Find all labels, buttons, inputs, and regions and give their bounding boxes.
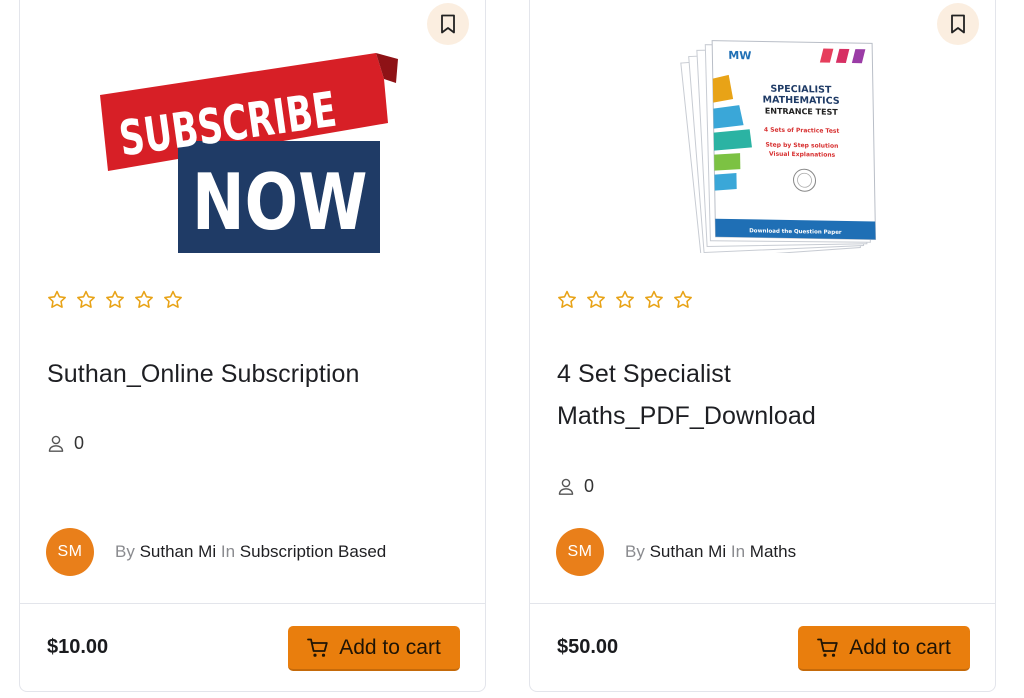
- enrolled-value: 0: [74, 433, 85, 453]
- course-thumbnail[interactable]: SUBSCRIBE NOW: [80, 23, 420, 253]
- thumbnail-title-2: MATHEMATICS: [763, 94, 840, 106]
- star-outline-icon: [135, 290, 153, 308]
- enrolled-value: 0: [584, 476, 595, 496]
- course-title[interactable]: 4 Set Specialist Maths_PDF_Download: [557, 353, 857, 437]
- price: $10.00: [47, 636, 109, 658]
- avatar[interactable]: SM: [556, 528, 604, 576]
- bookmark-icon: [951, 14, 965, 34]
- enrolled-count: 0: [558, 476, 594, 497]
- user-icon: [558, 478, 574, 495]
- avatar[interactable]: SM: [46, 528, 94, 576]
- add-to-cart-button[interactable]: Add to cart: [798, 626, 970, 671]
- bookmark-icon: [441, 14, 455, 34]
- by-label: By: [115, 542, 135, 561]
- course-card[interactable]: MW SPECIALIST MATHEMATICS ENTRANCE TEST …: [529, 0, 996, 692]
- star-outline-icon: [77, 290, 95, 308]
- course-title[interactable]: Suthan_Online Subscription: [47, 353, 447, 395]
- thumbnail-sub-1: 4 Sets of Practice Test: [764, 127, 840, 135]
- in-label: In: [730, 542, 746, 561]
- star-outline-icon: [164, 290, 182, 308]
- in-label: In: [220, 542, 236, 561]
- by-label: By: [625, 542, 645, 561]
- add-to-cart-button[interactable]: Add to cart: [288, 626, 460, 671]
- star-outline-icon: [587, 290, 605, 308]
- thumbnail-title-3: ENTRANCE TEST: [765, 107, 839, 117]
- divider: [530, 603, 995, 604]
- category-link[interactable]: Subscription Based: [240, 542, 386, 561]
- divider: [20, 603, 485, 604]
- star-outline-icon: [674, 290, 692, 308]
- user-icon: [48, 435, 64, 452]
- author-meta: By Suthan Mi In Subscription Based: [115, 542, 386, 562]
- author-meta: By Suthan Mi In Maths: [625, 542, 796, 562]
- thumbnail-sub-3: Visual Explanations: [769, 151, 836, 159]
- enrolled-count: 0: [48, 433, 84, 454]
- thumbnail-logo: MW: [728, 49, 751, 62]
- star-outline-icon: [48, 290, 66, 308]
- rating-stars: [46, 289, 184, 311]
- author-row: SM By Suthan Mi In Maths: [556, 528, 796, 576]
- star-outline-icon: [616, 290, 634, 308]
- add-to-cart-label: Add to cart: [339, 635, 441, 659]
- course-thumbnail[interactable]: MW SPECIALIST MATHEMATICS ENTRANCE TEST …: [590, 23, 930, 253]
- price: $50.00: [557, 636, 619, 658]
- thumbnail-now-text: NOW: [192, 156, 367, 247]
- star-outline-icon: [558, 290, 576, 308]
- rating-stars: [556, 289, 694, 311]
- author-row: SM By Suthan Mi In Subscription Based: [46, 528, 386, 576]
- author-link[interactable]: Suthan Mi: [140, 542, 217, 561]
- bookmark-button[interactable]: [427, 3, 469, 45]
- cart-icon: [817, 638, 838, 657]
- course-card[interactable]: SUBSCRIBE NOW Suthan_Online Subscription…: [19, 0, 486, 692]
- thumbnail-sub-2: Step by Step solution: [765, 142, 838, 150]
- bookmark-button[interactable]: [937, 3, 979, 45]
- category-link[interactable]: Maths: [750, 542, 796, 561]
- cart-icon: [307, 638, 328, 657]
- star-outline-icon: [106, 290, 124, 308]
- add-to-cart-label: Add to cart: [849, 635, 951, 659]
- star-outline-icon: [645, 290, 663, 308]
- author-link[interactable]: Suthan Mi: [650, 542, 727, 561]
